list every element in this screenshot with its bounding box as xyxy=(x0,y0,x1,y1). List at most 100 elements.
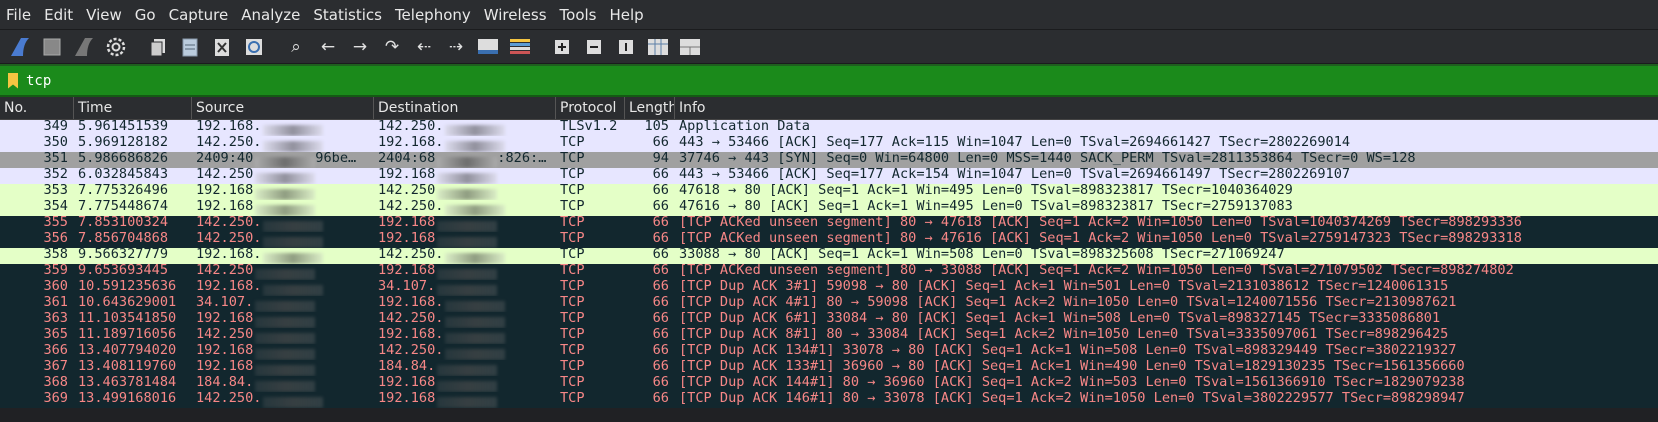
display-filter-input[interactable] xyxy=(24,71,1658,90)
redacted-address xyxy=(437,220,498,232)
column-header-destination[interactable]: Destination xyxy=(374,97,556,119)
packet-destination: 142.250 xyxy=(374,184,556,200)
column-header-no[interactable]: No. xyxy=(0,97,74,119)
menu-view[interactable]: View xyxy=(86,6,122,24)
close-file-icon[interactable] xyxy=(208,33,236,61)
go-to-packet-icon[interactable]: ↷ xyxy=(378,33,406,61)
packet-protocol: TCP xyxy=(560,344,585,358)
packet-row[interactable]: 358 9.566327779 192.168. 142.250. TCP 66 33088… xyxy=(0,248,1658,264)
packet-row[interactable]: 350 5.969128182 142.250. 192.168. TCP 66 443 →… xyxy=(0,136,1658,152)
last-packet-icon[interactable]: ⇢ xyxy=(442,33,470,61)
redacted-address xyxy=(437,156,498,168)
packet-length: 66 xyxy=(652,376,669,390)
stop-square-icon[interactable] xyxy=(38,33,66,61)
resize-columns-icon[interactable] xyxy=(644,33,672,61)
open-file-icon[interactable] xyxy=(144,33,172,61)
packet-row[interactable]: 355 7.853100324 142.250. 192.168 TCP 66 [TCP A… xyxy=(0,216,1658,232)
menu-statistics[interactable]: Statistics xyxy=(313,6,382,24)
packet-number: 363 xyxy=(43,312,68,326)
packet-row[interactable]: 363 11.103541850 192.168 142.250. TCP 66 [TCP … xyxy=(0,312,1658,328)
column-header-time[interactable]: Time xyxy=(74,97,192,119)
capture-options-gear-icon[interactable] xyxy=(102,33,130,61)
column-header-info[interactable]: Info xyxy=(675,97,1658,119)
bookmark-icon[interactable] xyxy=(8,72,18,89)
packet-source: 142.250 xyxy=(192,168,374,184)
packet-row[interactable]: 352 6.032845843 142.250 192.168 TCP 66 443 → 5… xyxy=(0,168,1658,184)
packet-row[interactable]: 353 7.775326496 192.168 142.250 TCP 66 47618 →… xyxy=(0,184,1658,200)
packet-length: 66 xyxy=(652,168,669,182)
redacted-address xyxy=(445,348,506,360)
column-header-length[interactable]: Length xyxy=(625,97,675,119)
packet-length: 66 xyxy=(652,232,669,246)
packet-row[interactable]: 359 9.653693445 142.250 192.168 TCP 66 [TCP AC… xyxy=(0,264,1658,280)
packet-source: 192.168 xyxy=(192,184,374,200)
normal-size-icon[interactable] xyxy=(612,33,640,61)
menu-go[interactable]: Go xyxy=(135,6,156,24)
packet-number: 350 xyxy=(43,136,68,150)
redacted-address xyxy=(445,300,506,312)
zoom-out-icon[interactable] xyxy=(580,33,608,61)
column-header-protocol[interactable]: Protocol xyxy=(556,97,625,119)
packet-info: 47616 → 80 [ACK] Seq=1 Ack=1 Win=495 Len… xyxy=(679,200,1293,214)
packet-row[interactable]: 366 13.407794020 192.168 142.250. TCP 66 [TCP … xyxy=(0,344,1658,360)
column-header-source[interactable]: Source xyxy=(192,97,374,119)
zoom-in-icon[interactable] xyxy=(548,33,576,61)
packet-row[interactable]: 349 5.961451539 192.168. 142.250. TLSv1.2 105… xyxy=(0,120,1658,136)
menu-telephony[interactable]: Telephony xyxy=(395,6,471,24)
packet-row[interactable]: 365 11.189716056 142.250 192.168. TCP 66 [TCP … xyxy=(0,328,1658,344)
display-filter-bar xyxy=(0,64,1658,97)
colorize-icon[interactable] xyxy=(506,33,534,61)
packet-row[interactable]: 351 5.986686826 2409:40 96be… 2404:68:826:… T… xyxy=(0,152,1658,168)
redacted-address xyxy=(263,396,324,408)
menu-capture[interactable]: Capture xyxy=(169,6,229,24)
packet-destination: 192.168. xyxy=(374,328,556,344)
back-arrow-icon[interactable]: ← xyxy=(314,33,342,61)
redacted-address xyxy=(437,236,498,248)
packet-destination: 142.250. xyxy=(374,200,556,216)
redacted-address xyxy=(255,316,316,328)
menu-analyze[interactable]: Analyze xyxy=(241,6,300,24)
reload-icon[interactable] xyxy=(240,33,268,61)
search-icon[interactable]: ⌕ xyxy=(282,33,310,61)
packet-source: 192.168. xyxy=(192,280,374,296)
packet-time: 9.653693445 xyxy=(78,264,169,278)
packet-source: 192.168 xyxy=(192,360,374,376)
packet-length: 66 xyxy=(652,312,669,326)
save-file-icon[interactable] xyxy=(176,33,204,61)
main-toolbar: ⌕ ← → ↷ ⇠ ⇢ xyxy=(0,30,1658,64)
shark-fin-start-icon[interactable] xyxy=(6,33,34,61)
redacted-address xyxy=(437,364,498,376)
menu-wireless[interactable]: Wireless xyxy=(484,6,547,24)
menu-tools[interactable]: Tools xyxy=(560,6,597,24)
packet-protocol: TCP xyxy=(560,232,585,246)
menu-file[interactable]: File xyxy=(6,6,31,24)
first-packet-icon[interactable]: ⇠ xyxy=(410,33,438,61)
packet-length: 66 xyxy=(652,296,669,310)
packet-protocol: TCP xyxy=(560,392,585,406)
redacted-address xyxy=(437,396,498,408)
menu-edit[interactable]: Edit xyxy=(44,6,73,24)
packet-row[interactable]: 367 13.408119760 192.168 184.84. TCP 66 [TCP D… xyxy=(0,360,1658,376)
packet-row[interactable]: 356 7.856704868 142.250. 192.168 TCP 66 [TCP A… xyxy=(0,232,1658,248)
packet-row[interactable]: 360 10.591235636 192.168. 34.107. TCP 66 [TCP … xyxy=(0,280,1658,296)
redacted-address xyxy=(255,348,316,360)
packet-row[interactable]: 368 13.463781484 184.84. 192.168 TCP 66 [TCP D… xyxy=(0,376,1658,392)
layout-icon[interactable] xyxy=(676,33,704,61)
redacted-address xyxy=(437,380,498,392)
packet-destination: 192.168 xyxy=(374,232,556,248)
menu-help[interactable]: Help xyxy=(609,6,643,24)
packet-row[interactable]: 354 7.775448674 192.168 142.250. TCP 66 47616 … xyxy=(0,200,1658,216)
packet-info: [TCP ACKed unseen segment] 80 → 47618 [A… xyxy=(679,216,1522,230)
packet-row[interactable]: 369 13.499168016 142.250. 192.168 TCP 66 [TCP … xyxy=(0,392,1658,408)
packet-destination: 192.168 xyxy=(374,376,556,392)
packet-info: [TCP Dup ACK 8#1] 80 → 33084 [ACK] Seq=1… xyxy=(679,328,1449,342)
packet-row[interactable]: 361 10.643629001 34.107. 192.168. TCP 66 [TCP … xyxy=(0,296,1658,312)
packet-time: 7.856704868 xyxy=(78,232,169,246)
restart-fin-icon[interactable] xyxy=(70,33,98,61)
redacted-address xyxy=(445,252,506,264)
autoscroll-icon[interactable] xyxy=(474,33,502,61)
packet-destination: 142.250. xyxy=(374,120,556,136)
forward-arrow-icon[interactable]: → xyxy=(346,33,374,61)
packet-protocol: TCP xyxy=(560,200,585,214)
redacted-address xyxy=(263,124,324,136)
